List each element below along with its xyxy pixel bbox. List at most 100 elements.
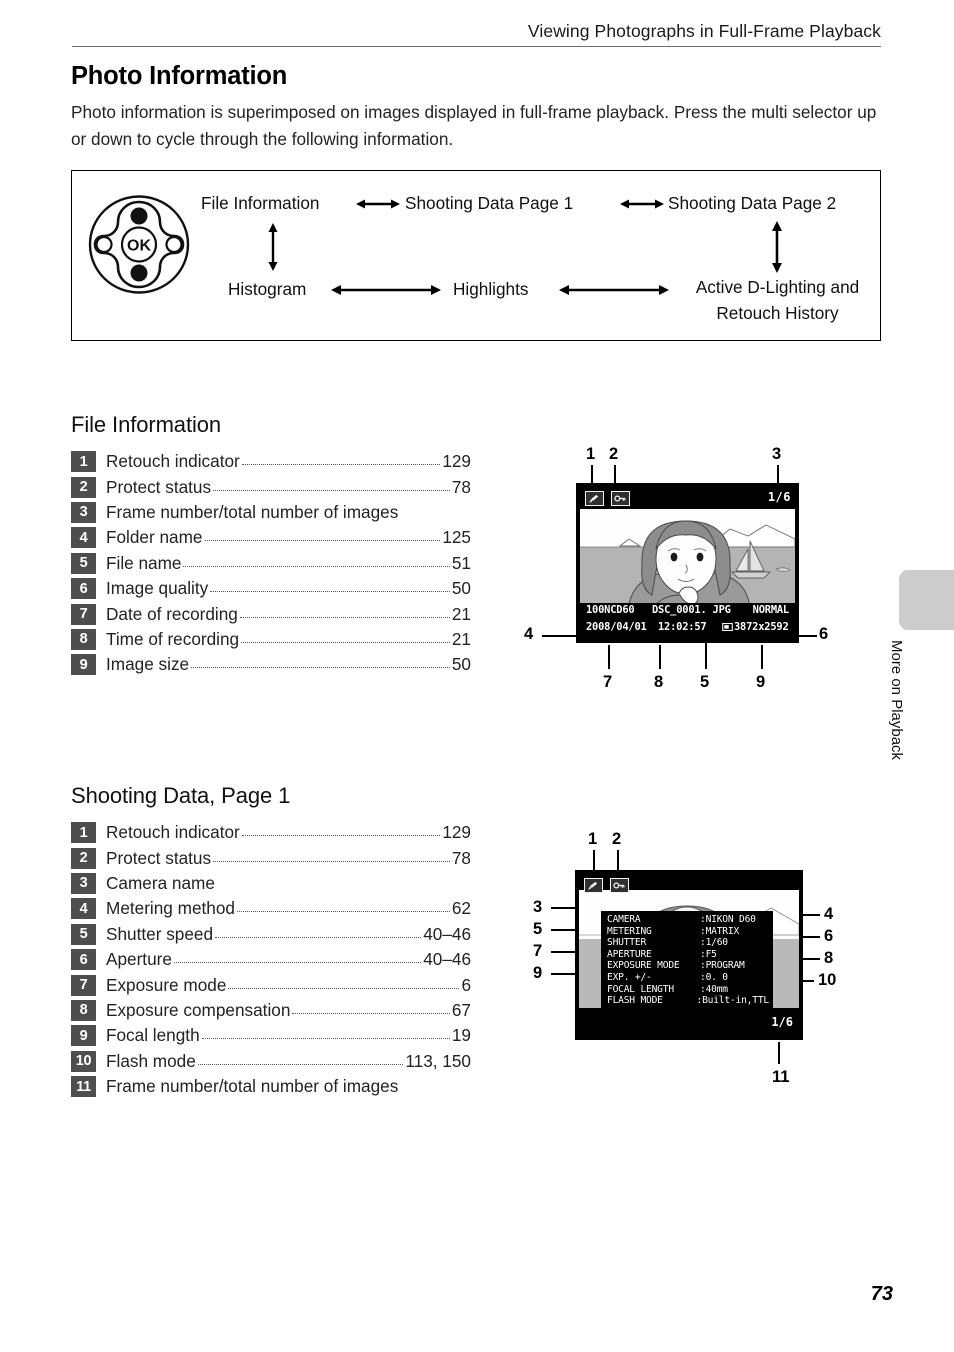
sd-leader-2 bbox=[617, 850, 619, 870]
flow-node-histogram: Histogram bbox=[228, 279, 307, 299]
page-title: Photo Information bbox=[71, 62, 288, 90]
item-label: Aperture bbox=[106, 949, 172, 970]
leader-1 bbox=[591, 465, 593, 483]
sd-callout-11: 11 bbox=[772, 1068, 790, 1086]
arrow-fileinfo-histogram bbox=[268, 223, 278, 271]
shooting-data-value: :PROGRAM bbox=[700, 960, 745, 972]
item-page-reference: 50 bbox=[451, 578, 471, 599]
sd-callout-7: 7 bbox=[533, 942, 543, 960]
item-label: Folder name bbox=[106, 527, 203, 548]
item-number-badge: 4 bbox=[71, 527, 96, 549]
flow-node-file-information: File Information bbox=[201, 193, 320, 213]
dot-leader bbox=[183, 555, 450, 572]
item-label: Focal length bbox=[106, 1025, 200, 1046]
item-number-badge: 1 bbox=[71, 822, 96, 844]
callout-4: 4 bbox=[524, 625, 534, 643]
camera-lcd-screen-file-information: 1/6 100NCD60 DSC_0001. JPG NORMAL 2008/0… bbox=[576, 483, 799, 643]
photo-information-flow-diagram: OK File Information Shooting Data Page 1… bbox=[71, 170, 881, 341]
list-item: 2 Protect status 78 bbox=[71, 474, 471, 499]
sd-callout-3: 3 bbox=[533, 898, 543, 916]
dot-leader bbox=[191, 656, 450, 673]
item-number-badge: 3 bbox=[71, 501, 96, 523]
list-item: 6 Aperture 40–46 bbox=[71, 947, 471, 972]
item-page-reference: 6 bbox=[461, 974, 471, 995]
item-page-reference: 78 bbox=[451, 476, 471, 497]
date-of-recording-value: 2008/04/01 bbox=[586, 621, 647, 633]
dot-leader bbox=[173, 951, 422, 968]
dot-leader bbox=[215, 926, 422, 943]
sd-callout-5: 5 bbox=[533, 920, 543, 938]
item-page-reference: 62 bbox=[451, 898, 471, 919]
file-information-item-list: 1 Retouch indicator 129 2 Protect status 78 3 F… bbox=[71, 449, 471, 678]
running-header-title: Viewing Photographs in Full-Frame Playba… bbox=[527, 21, 881, 41]
sd-callout-8: 8 bbox=[824, 949, 834, 967]
dot-leader bbox=[236, 900, 450, 917]
shooting-data-key: CAMERA bbox=[607, 914, 641, 925]
item-label: Frame number/total number of images bbox=[106, 1076, 399, 1097]
item-page-reference: 50 bbox=[451, 654, 471, 675]
callout-2: 2 bbox=[609, 445, 619, 463]
list-item: 5 Shutter speed 40–46 bbox=[71, 922, 471, 947]
shooting-data-key: FOCAL LENGTH bbox=[607, 983, 674, 995]
list-item: 1 Retouch indicator 129 bbox=[71, 820, 471, 845]
item-number-badge: 2 bbox=[71, 847, 96, 869]
item-number-badge: 11 bbox=[71, 1076, 96, 1098]
sd-leader-11 bbox=[778, 1042, 780, 1064]
dot-leader bbox=[213, 479, 450, 496]
callout-9: 9 bbox=[756, 673, 766, 691]
arrow-highlights-adl bbox=[559, 285, 669, 295]
dot-leader bbox=[241, 824, 441, 841]
arrow-histogram-highlights bbox=[331, 285, 441, 295]
item-label: Retouch indicator bbox=[106, 822, 240, 843]
item-page-reference: 113, 150 bbox=[405, 1050, 471, 1071]
arrow-sd2-adl bbox=[772, 221, 782, 273]
item-label: Flash mode bbox=[106, 1050, 196, 1071]
item-label: Time of recording bbox=[106, 628, 240, 649]
item-label: File name bbox=[106, 552, 182, 573]
side-tab-marker bbox=[899, 570, 954, 630]
file-name-value: DSC_0001. JPG bbox=[652, 604, 731, 616]
shooting-data-key: FLASH MODE bbox=[607, 995, 663, 1007]
ok-button-label: OK bbox=[127, 238, 151, 255]
shooting-data-camera-screen-figure: 1 2 3 5 7 9 4 6 8 10 11 CAMERA:NIKON D6… bbox=[520, 820, 870, 1095]
item-page-reference: 129 bbox=[442, 451, 471, 472]
leader-3 bbox=[777, 465, 779, 483]
item-number-badge: 7 bbox=[71, 603, 96, 625]
item-number-badge: 7 bbox=[71, 974, 96, 996]
list-item: 4 Metering method 62 bbox=[71, 896, 471, 921]
leader-7 bbox=[608, 645, 610, 669]
retouch-indicator-icon bbox=[584, 878, 603, 893]
shooting-data-row: FOCAL LENGTH:40mm bbox=[607, 984, 769, 996]
dot-leader bbox=[213, 850, 450, 867]
sd-callout-6: 6 bbox=[824, 927, 834, 945]
shooting-data-row: SHUTTER:1/60 bbox=[607, 937, 769, 949]
list-item: 4 Folder name 125 bbox=[71, 525, 471, 550]
callout-8: 8 bbox=[654, 673, 664, 691]
leader-8 bbox=[659, 645, 661, 669]
list-item: 5 File name 51 bbox=[71, 551, 471, 576]
osd-indicator-group bbox=[585, 491, 630, 506]
info-row-bottom: 2008/04/01 12:02:57 3872x2592 bbox=[580, 621, 795, 638]
shooting-data-value: :1/60 bbox=[700, 937, 728, 949]
item-label: Metering method bbox=[106, 898, 235, 919]
item-label: Date of recording bbox=[106, 603, 238, 624]
multi-selector-icon: OK bbox=[88, 195, 190, 294]
sd-callout-2: 2 bbox=[612, 830, 622, 848]
item-page-reference: 21 bbox=[451, 628, 471, 649]
item-number-badge: 4 bbox=[71, 898, 96, 920]
item-number-badge: 8 bbox=[71, 628, 96, 650]
item-label: Protect status bbox=[106, 476, 212, 497]
flow-node-highlights: Highlights bbox=[453, 279, 529, 299]
item-number-badge: 2 bbox=[71, 476, 96, 498]
item-number-badge: 9 bbox=[71, 1025, 96, 1047]
shooting-data-key: EXPOSURE MODE bbox=[607, 960, 680, 972]
item-page-reference: 40–46 bbox=[423, 923, 471, 944]
item-label: Camera name bbox=[106, 872, 215, 893]
sd-callout-10: 10 bbox=[818, 971, 837, 989]
item-number-badge: 8 bbox=[71, 999, 96, 1021]
list-item: 3 Frame number/total number of images bbox=[71, 500, 471, 525]
item-page-reference: 19 bbox=[451, 1025, 471, 1046]
dot-leader bbox=[239, 606, 450, 623]
leader-6 bbox=[797, 635, 817, 637]
item-label: Frame number/total number of images bbox=[106, 501, 399, 522]
